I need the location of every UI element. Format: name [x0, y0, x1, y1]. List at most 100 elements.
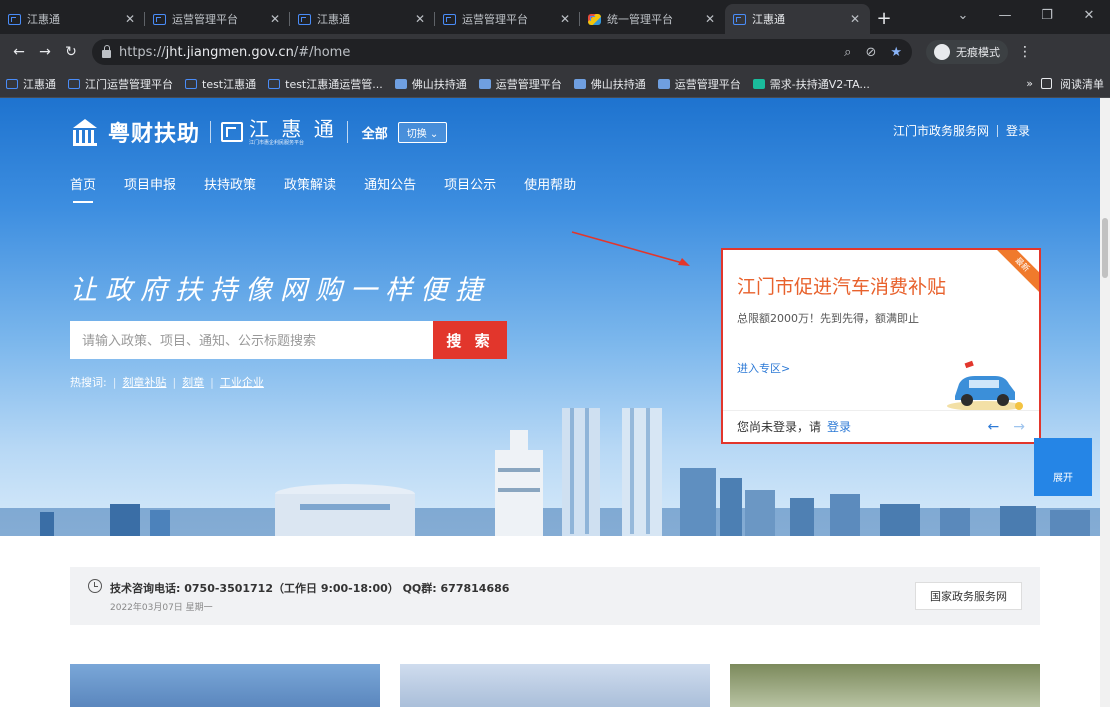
page-scrollbar[interactable] [1100, 98, 1110, 707]
promo-subtitle: 总限额2000万！先到先得，额满即止 [737, 312, 919, 325]
next-arrow-icon[interactable]: → [1013, 419, 1025, 435]
promo-login-link[interactable]: 登录 [827, 418, 851, 435]
incognito-label: 无痕模式 [956, 46, 1000, 59]
tab-search-icon[interactable]: ⌄ [942, 8, 984, 23]
tab-label: 运营管理平台 [462, 13, 528, 26]
annotation-arrow [571, 231, 690, 266]
login-prompt: 您尚未登录，请 [737, 420, 822, 434]
gov-service-link[interactable]: 江门市政务服务网 [893, 122, 989, 139]
nav-help[interactable]: 使用帮助 [524, 174, 576, 203]
jht-icon [68, 78, 80, 89]
tab-5[interactable]: 统一管理平台 ✕ [580, 4, 725, 34]
incognito-indicator[interactable]: 无痕模式 [926, 40, 1008, 64]
enter-zone-link[interactable]: 进入专区> [737, 360, 790, 376]
login-link[interactable]: 登录 [1006, 122, 1030, 139]
site-icon [394, 78, 407, 89]
forward-icon[interactable]: → [32, 44, 58, 60]
feature-card-image[interactable] [70, 664, 380, 707]
maximize-icon[interactable]: ❐ [1026, 8, 1068, 23]
scrollbar-thumb[interactable] [1102, 218, 1108, 278]
bookmark[interactable]: 运营管理平台 [657, 76, 741, 92]
bookmark[interactable]: 江门运营管理平台 [68, 76, 173, 92]
nav-project-publicity[interactable]: 项目公示 [444, 174, 496, 203]
jht-logo: 江 惠 通 江门市惠企利民服务平台 [249, 116, 337, 146]
tab-label: 运营管理平台 [172, 13, 238, 26]
reload-icon[interactable]: ↻ [58, 44, 84, 60]
hot-keywords: 热搜词: | 刻章补贴 | 刻章 | 工业企业 [70, 374, 264, 390]
jht-icon [443, 13, 456, 25]
hero-banner: 粤财扶助 江 惠 通 江门市惠企利民服务平台 全部 切换 ⌄ 江门市政务服务网 … [0, 98, 1100, 536]
main-nav: 首页 项目申报 扶持政策 政策解读 通知公告 项目公示 使用帮助 [70, 174, 576, 203]
feature-card-image[interactable] [730, 664, 1040, 707]
jht-icon [298, 13, 311, 25]
close-window-icon[interactable]: ✕ [1068, 8, 1110, 23]
search-button[interactable]: 搜 索 [433, 321, 507, 359]
bookmark[interactable]: 江惠通 [6, 76, 56, 92]
tab-3[interactable]: 江惠通 ✕ [290, 4, 435, 34]
reading-list[interactable]: 阅读清单 [1060, 76, 1104, 92]
tab-label: 江惠通 [27, 13, 60, 26]
promo-title[interactable]: 江门市促进汽车消费补贴 [737, 272, 946, 299]
hot-keyword[interactable]: 工业企业 [220, 374, 264, 390]
bookmark[interactable]: test江惠通运营管... [268, 76, 383, 92]
bookmark[interactable]: 需求-扶持通V2-TA... [752, 76, 870, 92]
bookmarks-bar: 江惠通 江门运营管理平台 test江惠通 test江惠通运营管... 佛山扶持通… [0, 70, 1110, 98]
more-bookmarks-icon[interactable]: » [1026, 77, 1033, 90]
tab-6-active[interactable]: 江惠通 ✕ [725, 4, 870, 34]
tab-4[interactable]: 运营管理平台 ✕ [435, 4, 580, 34]
bookmark[interactable]: 佛山扶持通 [573, 76, 646, 92]
minimize-icon[interactable]: — [984, 8, 1026, 23]
search-input[interactable] [70, 321, 433, 359]
site-brand[interactable]: 粤财扶助 [108, 116, 200, 148]
close-icon[interactable]: ✕ [268, 12, 282, 26]
nav-project-apply[interactable]: 项目申报 [124, 174, 176, 203]
slogan: 让政府扶持像网购一样便捷 [70, 275, 490, 306]
national-gov-service-button[interactable]: 国家政务服务网 [915, 582, 1022, 610]
jht-icon [6, 78, 18, 89]
nav-policy-interpretation[interactable]: 政策解读 [284, 174, 336, 203]
jht-icon [733, 13, 746, 25]
address-bar[interactable]: https://jht.jiangmen.gov.cn/#/home ⌕ ⊘ ★ [92, 39, 912, 65]
jht-icon [153, 13, 166, 25]
zoom-icon[interactable]: ⌕ [844, 45, 851, 60]
menu-icon[interactable]: ⋮ [1018, 44, 1032, 60]
close-icon[interactable]: ✕ [848, 12, 862, 26]
new-tab-button[interactable]: + [870, 4, 898, 34]
bookmark[interactable]: 佛山扶持通 [394, 76, 467, 92]
promo-card[interactable]: 最新 江门市促进汽车消费补贴 总限额2000万！先到先得，额满即止 进入专区> … [721, 248, 1041, 444]
web-page: 粤财扶助 江 惠 通 江门市惠企利民服务平台 全部 切换 ⌄ 江门市政务服务网 … [0, 98, 1100, 707]
lock-icon[interactable] [102, 45, 111, 58]
star-icon[interactable]: ★ [890, 45, 902, 60]
hot-keyword[interactable]: 刻章补贴 [122, 374, 166, 390]
hot-keyword[interactable]: 刻章 [182, 374, 204, 390]
promo-footer: 您尚未登录，请 登录 ← → [723, 410, 1039, 442]
incognito-icon [934, 44, 950, 60]
bookmark[interactable]: 运营管理平台 [478, 76, 562, 92]
search-bar: 搜 索 [70, 321, 507, 359]
expand-button[interactable]: 展开 [1034, 438, 1092, 496]
hot-label: 热搜词: [70, 376, 107, 389]
nav-home[interactable]: 首页 [70, 174, 96, 203]
tapd-icon [752, 78, 765, 89]
prev-arrow-icon[interactable]: ← [988, 419, 1000, 435]
feature-card-image[interactable] [400, 664, 710, 707]
tab-2[interactable]: 运营管理平台 ✕ [145, 4, 290, 34]
browser-window: 江惠通 ✕ 运营管理平台 ✕ 江惠通 ✕ 运营管理平台 ✕ 统一管理平台 ✕ 江惠通 ✕ +… [0, 0, 1110, 707]
hotline-text: 技术咨询电话: 0750-3501712（工作日 9:00-18:00） QQ群… [110, 581, 510, 595]
nav-support-policy[interactable]: 扶持政策 [204, 174, 256, 203]
colorful-icon [588, 13, 601, 25]
close-icon[interactable]: ✕ [558, 12, 572, 26]
tab-1[interactable]: 江惠通 ✕ [0, 4, 145, 34]
switch-button[interactable]: 切换 ⌄ [397, 121, 448, 143]
bank-emblem-icon [70, 119, 100, 146]
eye-off-icon[interactable]: ⊘ [865, 45, 876, 60]
close-icon[interactable]: ✕ [703, 12, 717, 26]
close-icon[interactable]: ✕ [413, 12, 427, 26]
bookmark[interactable]: test江惠通 [185, 76, 256, 92]
nav-notices[interactable]: 通知公告 [364, 174, 416, 203]
close-icon[interactable]: ✕ [123, 12, 137, 26]
jht-logo-icon [221, 122, 244, 142]
tab-strip: 江惠通 ✕ 运营管理平台 ✕ 江惠通 ✕ 运营管理平台 ✕ 统一管理平台 ✕ 江惠通 ✕ +… [0, 0, 1110, 34]
back-icon[interactable]: ← [6, 44, 32, 60]
site-icon [478, 78, 491, 89]
